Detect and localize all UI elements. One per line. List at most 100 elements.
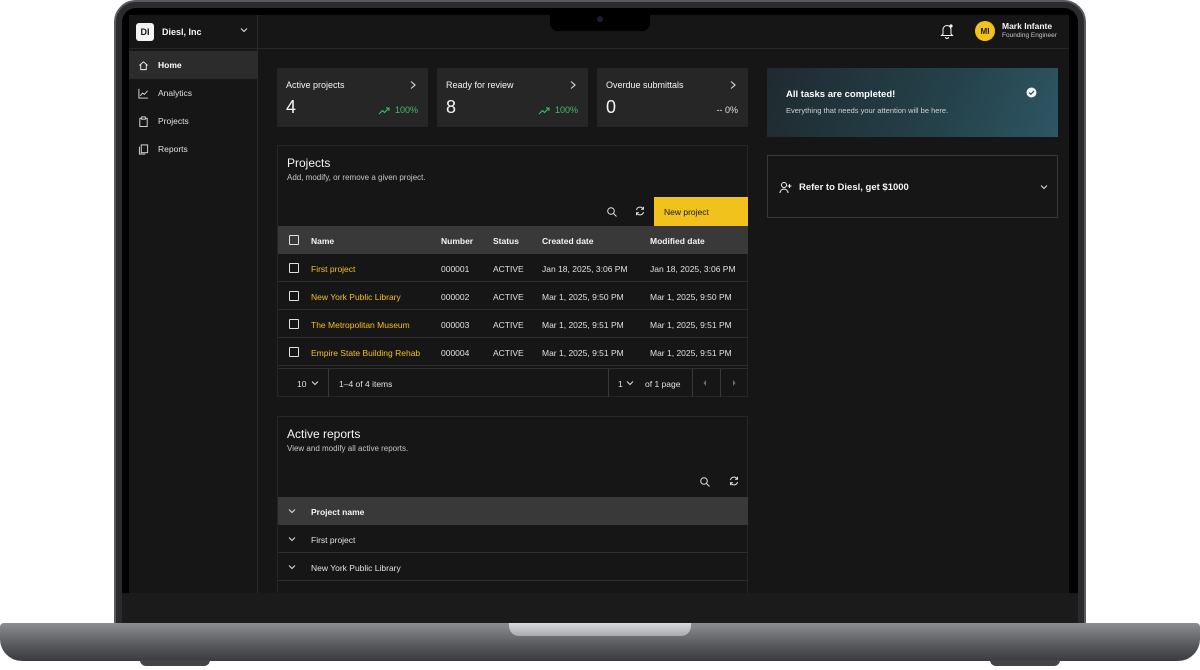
project-modified: Mar 1, 2025, 9:50 PM [650,292,732,302]
project-name-link[interactable]: New York Public Library [311,292,401,302]
tile-active-projects[interactable]: Active projects 4 100% [277,68,428,127]
tile-title: Ready for review [446,80,514,90]
tile-change: 100% [378,105,418,115]
referral-accordion[interactable]: Refer to Diesl, get $1000 [767,155,1058,218]
item-range: 1–4 of 4 items [339,379,393,389]
check-circle-icon [1026,87,1037,98]
prev-page-icon[interactable] [702,379,708,387]
top-header: MI Mark Infante Founding Engineer [258,15,1069,49]
tile-ready-for-review[interactable]: Ready for review 8 100% [437,68,588,127]
tile-value: 8 [446,97,457,117]
sidebar-item-label: Reports [158,144,188,154]
project-name-link[interactable]: The Metropolitan Museum [311,320,410,330]
page-count: of 1 page [645,379,681,389]
divider [328,369,329,397]
referral-label: Refer to Diesl, get $1000 [799,182,909,193]
row-checkbox[interactable] [289,319,299,329]
trend-up-icon [378,107,390,114]
project-status: ACTIVE [493,320,524,330]
chevron-down-icon[interactable] [311,380,319,386]
home-icon [139,60,148,70]
sidebar-item-analytics[interactable]: Analytics [129,79,257,107]
sidebar-item-home[interactable]: Home [129,51,257,79]
trend-up-icon [538,107,550,114]
project-name-link[interactable]: First project [311,264,355,274]
search-icon[interactable] [699,476,711,488]
project-modified: Jan 18, 2025, 3:06 PM [650,264,736,274]
table-row: The Metropolitan Museum 000003 ACTIVE Ma… [278,310,748,338]
page-size-select[interactable]: 10 [297,379,306,389]
next-page-icon[interactable] [731,379,737,387]
analytics-icon [138,88,149,99]
panel-title: Projects [287,156,331,170]
chevron-right-icon [570,81,576,89]
search-icon[interactable] [606,206,618,218]
notification-bell-icon[interactable] [940,23,954,39]
notice-subtitle: Everything that needs your attention wil… [786,106,949,115]
table-row: Empire State Building Rehab 000004 ACTIV… [278,338,748,366]
list-item[interactable]: New York Public Library [278,553,748,581]
avatar[interactable]: MI [975,21,995,41]
row-checkbox[interactable] [289,263,299,273]
panel-title: Active reports [287,427,361,441]
row-checkbox[interactable] [289,291,299,301]
project-modified: Mar 1, 2025, 9:51 PM [650,320,732,330]
sidebar: DI Diesl, Inc Home Analytics Projects Re… [129,15,258,593]
chevron-down-icon[interactable] [288,508,296,514]
app-screen: DI Diesl, Inc Home Analytics Projects Re… [129,15,1069,593]
column-header-status[interactable]: Status [493,236,519,246]
camera [597,16,603,22]
new-project-button[interactable]: New project [654,197,748,226]
tile-value: 4 [286,97,297,117]
select-all-checkbox[interactable] [289,235,299,245]
column-header-modified[interactable]: Modified date [650,236,705,246]
laptop-foot [140,660,210,666]
pagination: 10 1–4 of 4 items 1 of 1 page [278,368,748,397]
project-name-link[interactable]: Empire State Building Rehab [311,348,420,358]
report-project-name: New York Public Library [311,563,401,573]
column-header-name[interactable]: Name [311,236,334,246]
row-checkbox[interactable] [289,347,299,357]
chevron-down-icon [1040,185,1048,190]
org-name: Diesl, Inc [162,26,202,37]
tile-title: Overdue submittals [606,80,684,90]
sidebar-item-reports[interactable]: Reports [129,135,257,163]
tile-change-value: -- 0% [716,105,738,115]
reports-panel: Active reports View and modify all activ… [277,416,748,593]
user-role: Founding Engineer [1002,32,1057,39]
chevron-right-icon [410,81,416,89]
tile-title: Active projects [286,80,345,90]
org-switcher[interactable]: DI Diesl, Inc [129,15,257,49]
org-badge: DI [136,22,154,41]
column-header-created[interactable]: Created date [542,236,594,246]
projects-icon [139,115,148,127]
sidebar-item-projects[interactable]: Projects [129,107,257,135]
column-header-project-name[interactable]: Project name [311,507,364,517]
list-item[interactable]: First project [278,525,748,553]
chevron-down-icon[interactable] [288,564,296,570]
divider [608,369,609,397]
chevron-down-icon[interactable] [288,536,296,542]
panel-subtitle: View and modify all active reports. [287,444,409,453]
project-status: ACTIVE [493,264,524,274]
user-name: Mark Infante [1002,21,1053,31]
chevron-down-icon[interactable] [626,380,634,386]
refresh-icon[interactable] [728,475,740,487]
column-header-number[interactable]: Number [441,236,473,246]
page-select[interactable]: 1 [618,379,623,389]
tile-change: 100% [538,105,578,115]
project-status: ACTIVE [493,348,524,358]
project-number: 000001 [441,264,470,274]
projects-panel: Projects Add, modify, or remove a given … [277,145,748,397]
laptop-foot [990,660,1060,666]
project-number: 000004 [441,348,470,358]
refresh-icon[interactable] [634,205,646,217]
table-header: Project name [278,497,748,525]
tile-overdue-submittals[interactable]: Overdue submittals 0 -- 0% [597,68,748,127]
tile-change-value: 100% [554,105,578,115]
sidebar-item-label: Projects [158,116,189,126]
laptop-base-notch [509,623,691,636]
sidebar-item-label: Analytics [158,88,193,98]
project-number: 000003 [441,320,470,330]
chevron-down-icon [240,28,248,33]
